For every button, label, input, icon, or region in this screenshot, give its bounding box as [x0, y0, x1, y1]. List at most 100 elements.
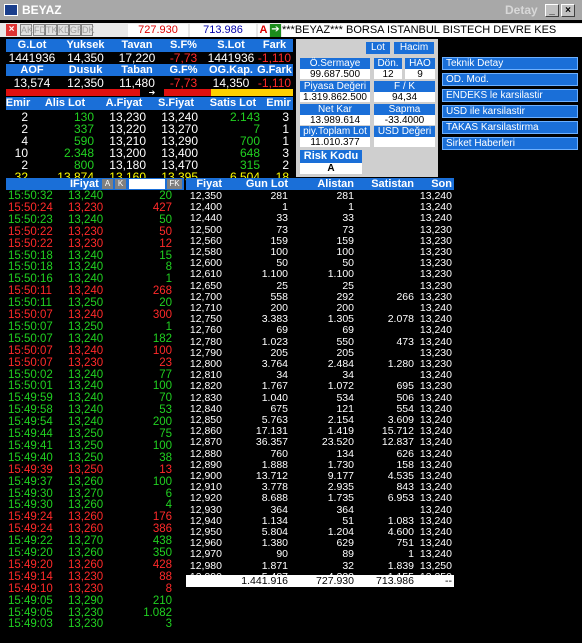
- volume-cell: 12,960: [189, 537, 222, 550]
- ticker-text: ***BEYAZ*** BORSA ISTANBUL BISTECH DEVRE…: [282, 24, 582, 37]
- volume-cell: 100: [336, 246, 354, 258]
- toolbar-button-dk[interactable]: DK: [81, 24, 95, 36]
- filter-input[interactable]: [129, 179, 165, 189]
- volume-cell: 25: [276, 279, 288, 292]
- trade-lot: 182: [152, 332, 172, 345]
- summary2-header: OG.Kap.: [208, 64, 253, 76]
- trade-lot: 386: [152, 523, 172, 536]
- trade-price: 13,240: [68, 416, 104, 429]
- link-5[interactable]: Sirket Haberleri: [442, 137, 578, 150]
- detail-label[interactable]: Detay: [505, 3, 538, 17]
- volume-cell: 12,710: [189, 302, 222, 314]
- a-button[interactable]: A: [258, 24, 269, 37]
- volume-cell: 12,860: [189, 425, 222, 438]
- volume-total-cell: 727.930: [316, 575, 354, 587]
- fk-label: F / K: [374, 81, 435, 92]
- link-1[interactable]: OD. Mod.: [442, 73, 578, 86]
- volume-cell: 292: [336, 290, 354, 303]
- close-button[interactable]: ×: [561, 4, 575, 17]
- volume-cell: 13,240: [419, 201, 452, 214]
- close-icon[interactable]: ×: [6, 24, 17, 36]
- trade-price: 13,240: [68, 332, 104, 345]
- toplam-label: piy.Toplam Lot: [300, 126, 370, 137]
- k-toggle[interactable]: K: [115, 179, 126, 189]
- volume-cell: 1.419: [327, 425, 354, 438]
- arrow-right-icon[interactable]: ➔: [270, 24, 281, 37]
- hao-value: 9: [405, 69, 435, 80]
- volume-cell: 36.357: [255, 436, 288, 449]
- volume-header[interactable]: Alistan: [290, 178, 356, 190]
- don-value: 12: [374, 69, 402, 80]
- volume-cell: 506: [396, 391, 414, 404]
- depth-header: Emir: [266, 97, 291, 109]
- trade-time: 15:49:05: [8, 594, 53, 607]
- volume-cell: 473: [396, 335, 414, 348]
- trade-price: 13,240: [68, 261, 104, 274]
- volume-cell: 13,240: [419, 212, 452, 225]
- volume-cell: 12,890: [189, 458, 222, 471]
- sapma-value: -33.4000: [374, 115, 435, 126]
- toolbar-button-kd[interactable]: KD: [57, 24, 71, 36]
- volume-header[interactable]: Fiyat: [186, 178, 224, 190]
- link-0[interactable]: Teknik Detay: [442, 57, 578, 70]
- trade-time: 15:50:22: [8, 225, 53, 238]
- trade-price: 13,230: [68, 618, 104, 631]
- volume-cell: 1.735: [327, 492, 354, 505]
- volume-cell: 12,870: [189, 436, 222, 449]
- trade-time: 15:49:44: [8, 428, 53, 440]
- volume-cell: 13,240: [419, 414, 452, 426]
- toolbar-button-fd[interactable]: FD: [33, 24, 46, 36]
- volume-total-cell: --: [445, 575, 452, 587]
- volume-cell: 12,350: [189, 190, 222, 202]
- trade-time: 15:49:41: [8, 439, 53, 452]
- link-4[interactable]: TAKAS Karsilastirma: [442, 121, 578, 134]
- hacim-button[interactable]: Hacim: [394, 42, 434, 54]
- trade-time: 15:50:18: [8, 249, 53, 262]
- volume-cell: 1.083: [387, 514, 414, 527]
- lot-button[interactable]: Lot: [366, 42, 390, 54]
- volume-header[interactable]: Son: [416, 178, 454, 190]
- trade-time: 15:50:11: [8, 297, 52, 310]
- summary1-header: Fark: [262, 39, 287, 51]
- toolbar-button-ak[interactable]: AK: [20, 24, 33, 36]
- trade-price: 13,230: [68, 570, 104, 583]
- volume-cell: 550: [336, 335, 354, 348]
- minimize-button[interactable]: _: [545, 4, 559, 17]
- volume-cell: 13,240: [419, 458, 452, 471]
- trade-time: 15:49:58: [8, 404, 53, 417]
- trade-price: 13,260: [68, 475, 104, 488]
- trade-time: 15:50:24: [8, 201, 53, 214]
- ak-toggle[interactable]: A: [102, 179, 113, 189]
- trade-time: 15:49:22: [8, 535, 53, 548]
- trade-price: 13,240: [68, 368, 104, 381]
- volume-cell: 1.204: [327, 526, 354, 538]
- volume-header[interactable]: Satistan: [356, 178, 416, 190]
- volume-cell: 89: [342, 548, 354, 561]
- trade-time: 15:49:54: [8, 416, 53, 429]
- trade-price: 13,260: [68, 499, 104, 512]
- volume-header[interactable]: Gun Lot: [224, 178, 290, 190]
- trade-price: 13,230: [68, 356, 104, 369]
- volume-cell: 1.839: [387, 559, 414, 572]
- toolbar-button-gr[interactable]: GR: [69, 24, 84, 36]
- volume-cell: 205: [270, 346, 288, 359]
- volume-cell: 12,790: [189, 346, 222, 359]
- trade-lot: 100: [152, 475, 172, 488]
- volume-cell: 8.688: [261, 492, 288, 505]
- link-3[interactable]: USD ile karsilastir: [442, 105, 578, 118]
- volume-cell: 13,230: [419, 290, 452, 303]
- volume-cell: 558: [270, 290, 288, 303]
- volume-cell: 13,240: [419, 391, 452, 404]
- trade-lot: 8: [165, 582, 172, 595]
- volume-cell: 6.953: [387, 492, 414, 505]
- trade-lot: 6: [165, 487, 172, 500]
- price-box-1: 727.930: [128, 24, 188, 37]
- fk-toggle[interactable]: FK: [167, 179, 182, 189]
- summary1-value: 17,220: [118, 51, 156, 65]
- volume-cell: 554: [396, 402, 414, 415]
- trade-lot: 13: [159, 463, 172, 476]
- trade-price: 13,240: [68, 404, 104, 417]
- link-2[interactable]: ENDEKS le karsilastir: [442, 89, 578, 102]
- toolbar-button-tk[interactable]: TK: [45, 24, 58, 36]
- trades-header-fiyat[interactable]: IFiyat: [70, 178, 99, 190]
